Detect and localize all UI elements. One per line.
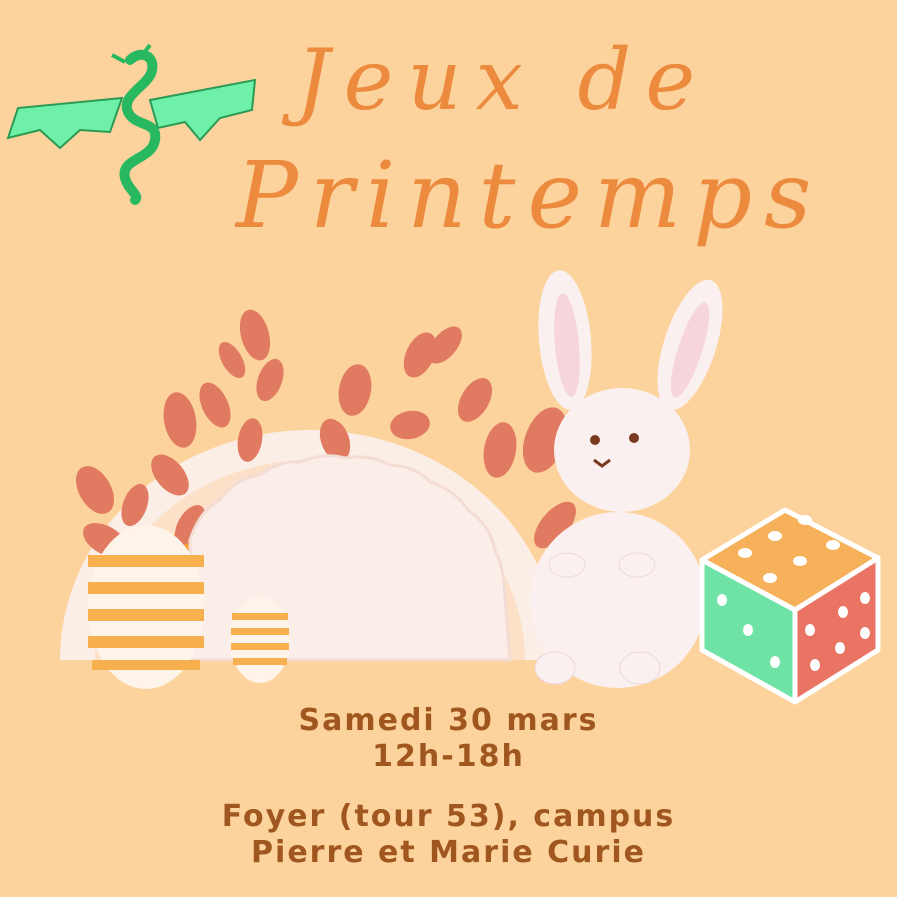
easter-egg bbox=[88, 525, 204, 689]
poster: Jeux de Printemps Samedi 30 mars 12h-18h… bbox=[0, 0, 897, 897]
easter-egg-small bbox=[230, 597, 290, 683]
event-time: 12h-18h bbox=[372, 739, 525, 774]
dragon-icon bbox=[6, 43, 257, 205]
event-date: Samedi 30 mars bbox=[298, 703, 599, 738]
title-line-2: Printemps bbox=[236, 142, 824, 249]
dice-icon bbox=[699, 507, 881, 705]
event-location-line-1: Foyer (tour 53), campus bbox=[221, 799, 676, 834]
title-line-1: Jeux de bbox=[296, 31, 710, 129]
event-location-line-2: Pierre et Marie Curie bbox=[251, 835, 646, 870]
